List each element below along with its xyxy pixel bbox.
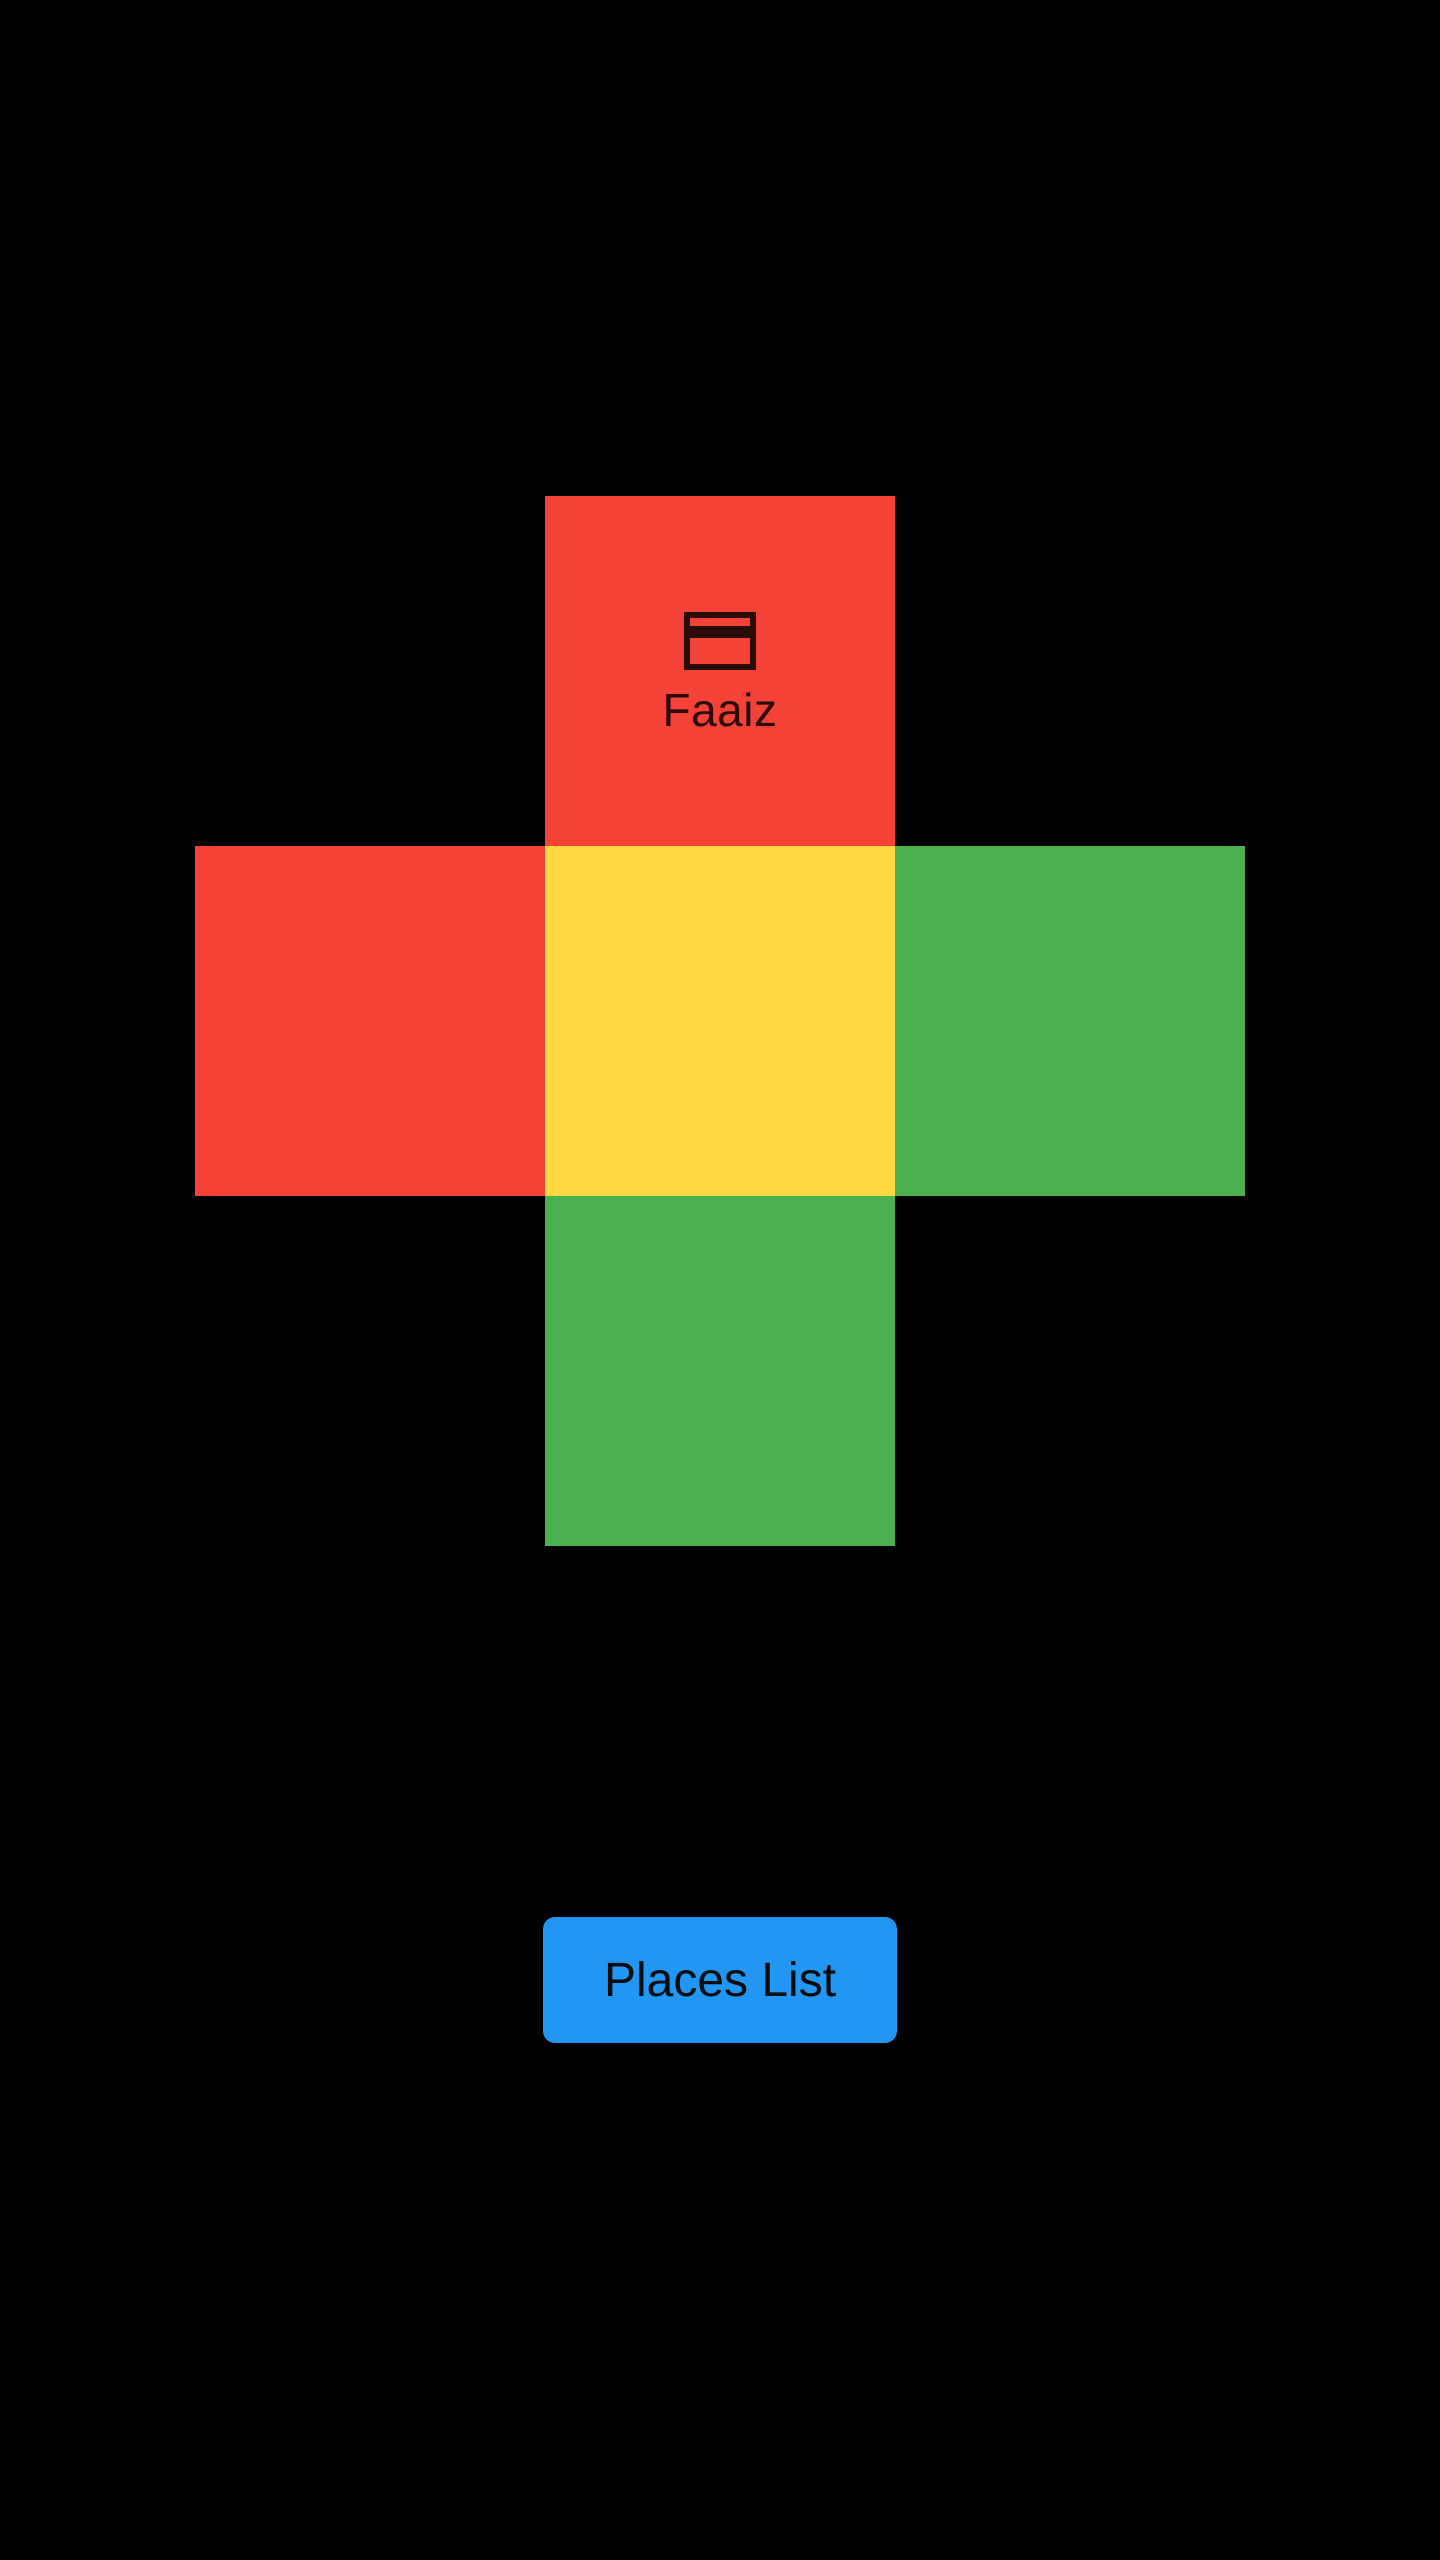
tile-top-content: Faaiz (545, 496, 895, 846)
places-list-button[interactable]: Places List (543, 1917, 897, 2043)
tile-left[interactable] (195, 846, 545, 1196)
credit-card-icon (684, 612, 756, 670)
tile-top[interactable]: Faaiz (545, 496, 895, 846)
tile-label: Faaiz (662, 684, 778, 736)
tile-bottom[interactable] (545, 1196, 895, 1546)
tile-right[interactable] (895, 846, 1245, 1196)
tile-center[interactable] (545, 846, 895, 1196)
